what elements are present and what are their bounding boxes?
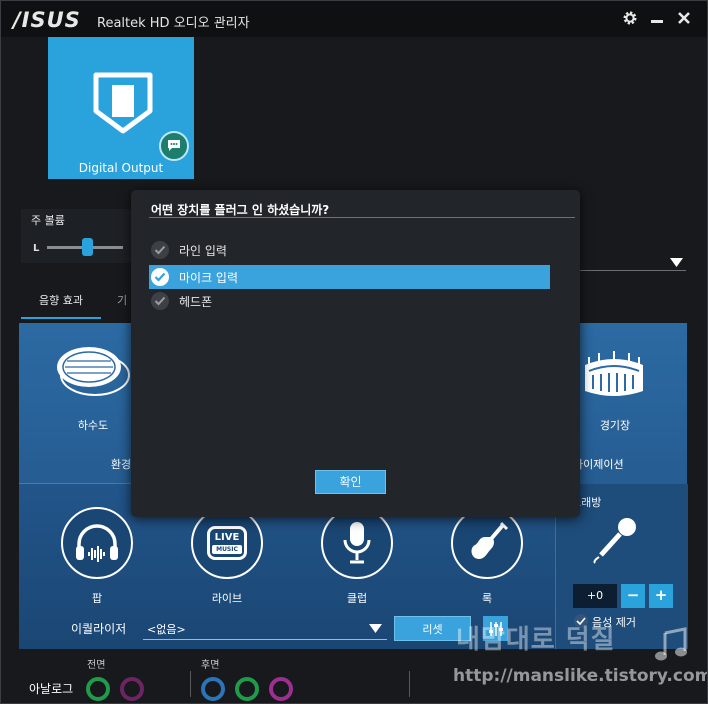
headphones-icon — [76, 524, 118, 562]
realtek-audio-manager-window: /ISUS Realtek HD 오디오 관리자 Digital Output … — [0, 0, 708, 704]
device-label: Digital Output — [78, 161, 164, 175]
rear-blue-jack-icon[interactable] — [201, 677, 225, 701]
window-title: Realtek HD 오디오 관리자 — [97, 16, 250, 31]
tab-other[interactable]: 기 — [117, 291, 127, 311]
option-check-icon — [151, 268, 169, 286]
eq-preset-rock[interactable] — [451, 507, 523, 579]
balance-slider-thumb[interactable] — [82, 238, 93, 256]
sewer-pipe-icon — [57, 347, 130, 396]
option-mic-in[interactable]: 마이크 입력 — [149, 265, 550, 289]
settings-gear-icon[interactable] — [619, 7, 641, 29]
karaoke-microphone-icon — [593, 518, 636, 564]
rear-green-jack-icon[interactable] — [235, 677, 259, 701]
asus-logo: /ISUS — [13, 8, 81, 32]
chevron-down-icon — [369, 624, 382, 633]
pitch-minus-button[interactable]: − — [621, 584, 645, 608]
title-bar: /ISUS Realtek HD 오디오 관리자 — [1, 1, 707, 37]
ok-button[interactable]: 확인 — [315, 470, 386, 494]
option-label: 라인 입력 — [179, 244, 227, 258]
device-plug-in-dialog: 어떤 장치를 플러그 인 하셨습니까? 라인 입력 마이크 입력 헤드폰 확인 — [131, 190, 580, 517]
connector-divider — [190, 671, 191, 697]
dialog-title: 어떤 장치를 플러그 인 하셨습니까? — [151, 203, 330, 217]
rear-label: 후면 — [201, 660, 220, 671]
room-simulation-label: 라이제이션 — [573, 458, 624, 471]
guitar-icon — [471, 521, 509, 559]
dropdown-arrow-icon[interactable] — [670, 258, 683, 267]
watermark-url: http://manslike.tistory.com — [453, 666, 708, 686]
equalizer-select-value: <없음> — [147, 623, 186, 636]
eq-club-label: 클럽 — [346, 592, 368, 605]
env-stadium-label[interactable]: 경기장 — [583, 417, 647, 433]
digital-output-device-tile[interactable]: Digital Output — [48, 37, 194, 179]
volume-left-label: L — [33, 243, 40, 254]
music-note-icon — [655, 627, 687, 661]
equalizer-label: 이퀄라이저 — [71, 622, 127, 636]
eq-preset-pop[interactable] — [61, 507, 133, 579]
tab-sound-effects[interactable]: 음향 효과 — [21, 291, 101, 319]
stadium-icon — [585, 351, 643, 396]
live-music-icon: LIVE MUSIC — [207, 526, 247, 560]
digital-output-icon — [93, 72, 153, 134]
env-sewer-label[interactable]: 하수도 — [63, 417, 123, 433]
front-pink-jack-icon[interactable] — [120, 677, 144, 701]
front-green-jack-icon[interactable] — [86, 677, 110, 701]
dialog-divider — [149, 217, 575, 218]
option-check-icon — [151, 241, 169, 259]
connector-divider — [409, 671, 410, 697]
eq-preset-club[interactable] — [321, 507, 393, 579]
option-line-in[interactable]: 라인 입력 — [149, 238, 550, 262]
eq-pop-label: 팝 — [91, 592, 103, 605]
rear-pink-jack-icon[interactable] — [269, 677, 293, 701]
microphone-icon — [343, 522, 371, 564]
eq-live-label: 라이브 — [211, 592, 243, 605]
front-label: 전면 — [87, 660, 106, 671]
karaoke-pitch-value: +0 — [573, 584, 617, 608]
main-volume-label: 주 볼륨 — [31, 214, 65, 227]
minimize-icon[interactable] — [646, 7, 668, 29]
option-label: 마이크 입력 — [179, 271, 239, 285]
option-check-icon — [151, 292, 169, 310]
equalizer-select[interactable]: <없음> — [143, 617, 387, 640]
pitch-plus-button[interactable]: + — [649, 584, 673, 608]
option-headphone[interactable]: 헤드폰 — [149, 289, 550, 313]
eq-preset-live[interactable]: LIVE MUSIC — [191, 507, 263, 579]
close-icon[interactable] — [673, 7, 695, 29]
watermark-title: 내맘대로 덕질 — [456, 625, 616, 655]
eq-rock-label: 록 — [481, 592, 493, 605]
device-info-chat-icon[interactable] — [159, 131, 189, 161]
analog-label: 아날로그 — [29, 682, 74, 696]
option-label: 헤드폰 — [179, 295, 213, 309]
